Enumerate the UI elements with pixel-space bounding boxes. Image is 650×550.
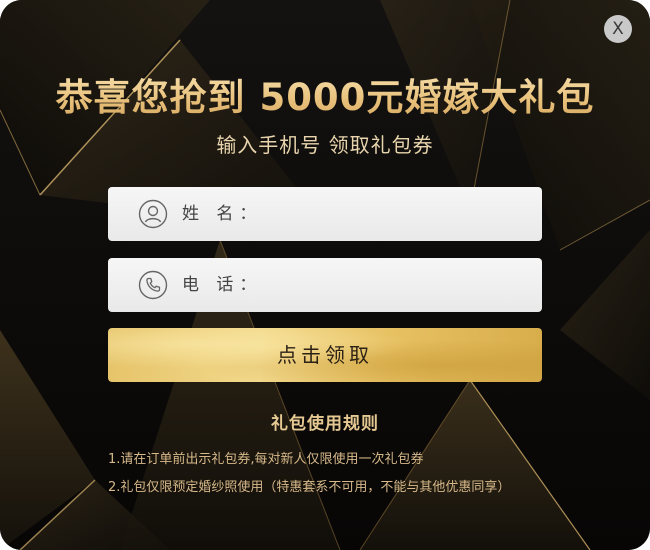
phone-icon (138, 270, 168, 300)
claim-button[interactable]: 点击领取 (108, 328, 542, 382)
rules-title: 礼包使用规则 (271, 414, 379, 434)
user-icon (138, 199, 168, 229)
gift-package-dialog: X 恭喜您抢到 5000元婚嫁大礼包 输入手机号 领取礼包券 姓 名： 电 话：… (0, 0, 650, 550)
close-button[interactable]: X (604, 15, 632, 43)
rule-item: 2.礼包仅限预定婚纱照使用（特惠套系不可用，不能与其他优惠同享） (108, 480, 511, 495)
phone-input[interactable] (248, 268, 532, 304)
name-input[interactable] (248, 197, 532, 233)
dialog-title: 恭喜您抢到 5000元婚嫁大礼包 (0, 70, 650, 126)
dialog-subtitle: 输入手机号 领取礼包券 (216, 133, 434, 157)
rule-item: 1.请在订单前出示礼包券,每对新人仅限使用一次礼包券 (108, 452, 424, 467)
phone-field[interactable]: 电 话： (108, 258, 542, 312)
name-field[interactable]: 姓 名： (108, 187, 542, 241)
